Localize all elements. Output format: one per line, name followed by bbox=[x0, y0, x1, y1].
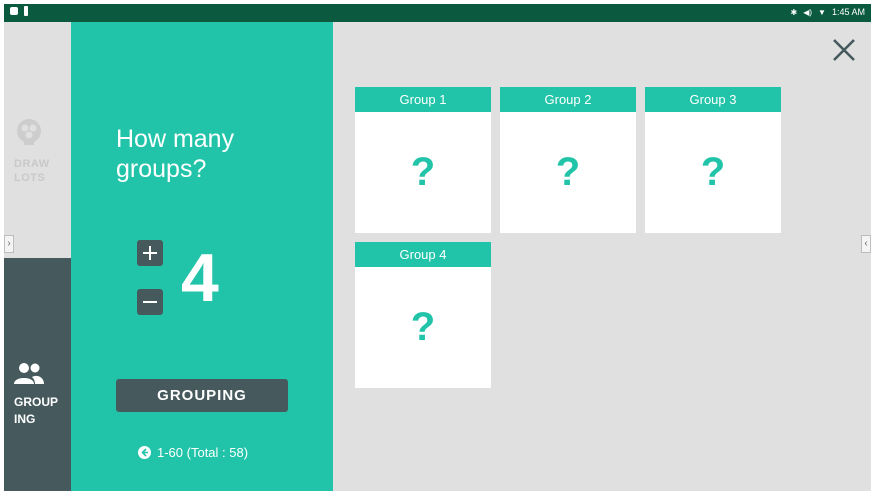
grouping-settings-panel: How many groups? 4 GROUPING 1-60 (Total … bbox=[71, 22, 333, 491]
group-card-3[interactable]: Group 3 ? bbox=[645, 87, 781, 233]
student-range-text: 1-60 (Total : 58) bbox=[157, 444, 249, 460]
volume-icon: ◀) bbox=[803, 7, 813, 17]
status-time: 1:45 AM bbox=[831, 7, 865, 17]
groups-area: Group 1 ? Group 2 ? Group 3 ? Group 4 ? … bbox=[333, 22, 871, 491]
expand-left-tab[interactable]: › bbox=[4, 235, 14, 253]
grouping-button[interactable]: GROUPING bbox=[116, 379, 288, 412]
unknown-mark: ? bbox=[700, 150, 726, 194]
group-card-4[interactable]: Group 4 ? bbox=[355, 242, 491, 388]
group-card-title: Group 3 bbox=[645, 87, 781, 112]
unknown-mark: ? bbox=[410, 305, 436, 349]
shield-icon bbox=[10, 7, 18, 15]
mode-grouping[interactable]: GROUP ING bbox=[4, 258, 83, 491]
app-window: DRAW LOTS GROUP ING › How many groups? 4… bbox=[4, 22, 871, 491]
group-card-title: Group 2 bbox=[500, 87, 636, 112]
close-icon[interactable] bbox=[830, 36, 858, 64]
unknown-mark: ? bbox=[410, 150, 436, 194]
bluetooth-icon: ✱ bbox=[790, 7, 798, 17]
wifi-icon: ▼ bbox=[818, 7, 826, 17]
increase-groups-button[interactable] bbox=[137, 240, 163, 266]
mode-draw-lots-label: DRAW LOTS bbox=[14, 158, 50, 184]
mode-grouping-label: GROUP ING bbox=[14, 395, 59, 426]
status-bar: ✱ ◀) ▼ 1:45 AM bbox=[4, 4, 871, 22]
group-card-title: Group 4 bbox=[355, 242, 491, 267]
group-card-2[interactable]: Group 2 ? bbox=[500, 87, 636, 233]
expand-right-tab[interactable]: ‹ bbox=[861, 235, 871, 253]
people-icon bbox=[14, 363, 44, 384]
arrow-left-icon bbox=[138, 445, 151, 459]
status-left-icons bbox=[10, 6, 28, 16]
groups-question: How many groups? bbox=[116, 125, 235, 183]
group-card-1[interactable]: Group 1 ? bbox=[355, 87, 491, 233]
unknown-mark: ? bbox=[555, 150, 581, 194]
pin-icon bbox=[24, 6, 28, 16]
mode-draw-lots[interactable]: DRAW LOTS bbox=[4, 22, 71, 258]
student-range[interactable]: 1-60 (Total : 58) bbox=[138, 443, 248, 461]
status-right-icons: ✱ ◀) ▼ 1:45 AM bbox=[791, 7, 865, 17]
decrease-groups-button[interactable] bbox=[137, 289, 163, 315]
group-card-title: Group 1 bbox=[355, 87, 491, 112]
group-count: 4 bbox=[181, 240, 219, 316]
mode-sidebar: DRAW LOTS GROUP ING › bbox=[4, 22, 83, 491]
lottery-ball-icon bbox=[17, 119, 41, 145]
